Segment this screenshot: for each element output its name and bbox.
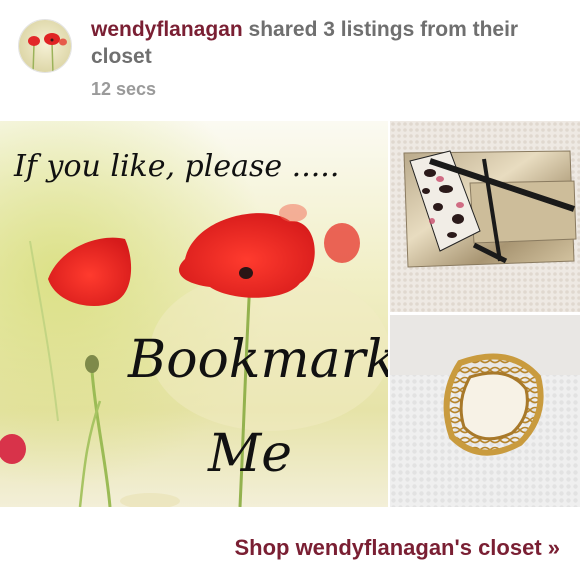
- overlay-text-line3: Me: [207, 424, 292, 484]
- listing-tile-cosmetic-bags[interactable]: [390, 121, 580, 312]
- listing-tile-gold-bangle[interactable]: [390, 315, 580, 507]
- poppy-flowers-avatar-icon: [19, 20, 71, 72]
- cosmetic-bags-image: [390, 121, 580, 312]
- bookmark-me-image: If you like, please ..... Bookmark Me: [0, 121, 388, 507]
- timestamp: 12 secs: [91, 79, 157, 99]
- post-header: wendyflanagan shared 3 listings from the…: [0, 0, 580, 115]
- avatar[interactable]: [18, 19, 72, 73]
- listing-tile-bookmark-me[interactable]: If you like, please ..... Bookmark Me: [0, 121, 388, 507]
- username-link[interactable]: wendyflanagan: [91, 18, 243, 41]
- activity-headline: wendyflanagan shared 3 listings from the…: [91, 16, 561, 70]
- listing-grid: If you like, please ..... Bookmark Me: [0, 121, 580, 507]
- overlay-text-line1: If you like, please .....: [13, 149, 339, 184]
- shop-closet-link[interactable]: Shop wendyflanagan's closet »: [234, 535, 560, 561]
- overlay-text-line2: Bookmark: [127, 330, 388, 390]
- gold-bangle-image: [390, 315, 580, 507]
